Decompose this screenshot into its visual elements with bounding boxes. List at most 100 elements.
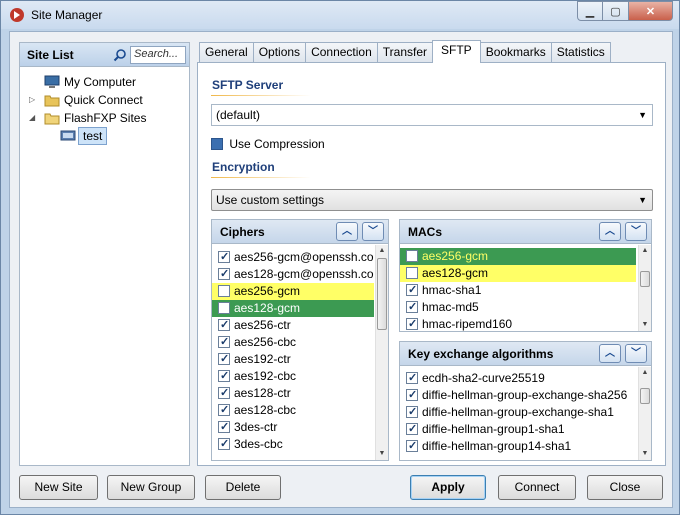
search-icon[interactable] — [113, 48, 127, 62]
scroll-up-icon[interactable]: ▲ — [639, 367, 651, 379]
item-label: hmac-md5 — [422, 300, 479, 314]
tab-sftp[interactable]: SFTP — [432, 40, 481, 63]
tab-transfer[interactable]: Transfer — [376, 42, 434, 63]
tab-connection[interactable]: Connection — [305, 42, 378, 63]
close-window-button[interactable]: ✕ — [629, 1, 673, 21]
list-item[interactable]: diffie-hellman-group-exchange-sha1 — [400, 404, 636, 421]
list-item[interactable]: aes256-gcm@openssh.com — [212, 249, 374, 266]
checkbox[interactable] — [406, 249, 418, 262]
list-item[interactable]: hmac-sha1 — [400, 282, 636, 299]
move-down-button[interactable]: ﹀ — [362, 222, 384, 241]
checkbox[interactable] — [406, 282, 418, 299]
move-up-button[interactable]: ︿ — [336, 222, 358, 241]
checkbox[interactable] — [406, 299, 418, 316]
checkbox[interactable] — [406, 370, 418, 387]
scroll-down-icon[interactable]: ▼ — [639, 319, 651, 331]
scroll-down-icon[interactable]: ▼ — [639, 448, 651, 460]
list-item[interactable]: aes256-gcm — [212, 283, 374, 300]
checkbox[interactable] — [218, 385, 230, 402]
checkbox[interactable] — [218, 266, 230, 283]
site-manager-window: Site Manager ▁ ▢ ✕ Site List Search... M… — [0, 0, 680, 515]
list-item[interactable]: 3des-cbc — [212, 436, 374, 453]
checkbox[interactable] — [218, 368, 230, 385]
list-item[interactable]: aes128-gcm — [400, 265, 636, 282]
site-search-input[interactable]: Search... — [130, 46, 186, 64]
close-button[interactable]: Close — [587, 475, 663, 500]
scroll-thumb[interactable] — [640, 271, 650, 287]
tab-options[interactable]: Options — [252, 42, 307, 63]
checkbox[interactable] — [218, 436, 230, 453]
tree-item-test[interactable]: test — [20, 127, 189, 145]
scroll-down-icon[interactable]: ▼ — [376, 448, 388, 460]
list-item[interactable]: aes256-gcm — [400, 248, 636, 265]
checkbox[interactable] — [406, 438, 418, 455]
tree-item-quick-connect[interactable]: ▷ Quick Connect — [20, 91, 189, 109]
checkbox[interactable] — [406, 421, 418, 438]
tree-item-my-computer[interactable]: My Computer — [20, 73, 189, 91]
chevron-down-icon: ﹀ — [631, 348, 641, 359]
new-site-button[interactable]: New Site — [19, 475, 98, 500]
list-item[interactable]: 3des-ctr — [212, 419, 374, 436]
list-item[interactable]: hmac-md5 — [400, 299, 636, 316]
ciphers-scrollbar[interactable]: ▲ ▼ — [375, 245, 388, 460]
title-bar[interactable]: Site Manager ▁ ▢ ✕ — [1, 1, 679, 29]
checkbox[interactable] — [406, 266, 418, 279]
item-label: aes256-gcm — [422, 249, 489, 263]
collapse-arrow-icon[interactable]: ◢ — [29, 114, 36, 122]
list-item[interactable]: diffie-hellman-group14-sha1 — [400, 438, 636, 455]
kex-scrollbar[interactable]: ▲ ▼ — [638, 367, 651, 460]
tree-item-flashfxp-sites[interactable]: ◢ FlashFXP Sites — [20, 109, 189, 127]
checkbox[interactable] — [218, 402, 230, 419]
checkbox-square[interactable] — [211, 137, 223, 150]
scroll-up-icon[interactable]: ▲ — [639, 245, 651, 257]
list-item[interactable]: diffie-hellman-group1-sha1 — [400, 421, 636, 438]
checkbox[interactable] — [218, 334, 230, 351]
checkbox[interactable] — [218, 317, 230, 334]
macs-scrollbar[interactable]: ▲ ▼ — [638, 245, 651, 331]
encryption-select[interactable]: Use custom settings ▼ — [211, 189, 653, 211]
move-up-button[interactable]: ︿ — [599, 344, 621, 363]
list-item[interactable]: aes192-cbc — [212, 368, 374, 385]
delete-button[interactable]: Delete — [205, 475, 281, 500]
checkbox[interactable] — [218, 419, 230, 436]
minimize-icon: ▁ — [585, 5, 595, 18]
new-group-button[interactable]: New Group — [107, 475, 195, 500]
apply-button[interactable]: Apply — [410, 475, 486, 500]
list-item[interactable]: aes192-ctr — [212, 351, 374, 368]
move-down-button[interactable]: ﹀ — [625, 344, 647, 363]
move-down-button[interactable]: ﹀ — [625, 222, 647, 241]
checkbox[interactable] — [218, 284, 230, 297]
list-item[interactable]: hmac-ripemd160 — [400, 316, 636, 332]
macs-header: MACs ︿ ﹀ — [400, 220, 651, 244]
list-item[interactable]: aes256-ctr — [212, 317, 374, 334]
tab-statistics[interactable]: Statistics — [550, 42, 611, 63]
checkbox[interactable] — [406, 404, 418, 421]
list-item[interactable]: diffie-hellman-group-exchange-sha256 — [400, 387, 636, 404]
site-list-title: Site List — [27, 48, 74, 62]
tab-general[interactable]: General — [199, 42, 254, 63]
minimize-button[interactable]: ▁ — [577, 1, 603, 21]
sftp-server-select[interactable]: (default) ▼ — [211, 104, 653, 126]
maximize-button[interactable]: ▢ — [603, 1, 629, 21]
flashfxp-logo-icon — [10, 8, 24, 22]
list-item[interactable]: aes128-cbc — [212, 402, 374, 419]
scroll-thumb[interactable] — [377, 258, 387, 330]
checkbox[interactable] — [406, 316, 418, 332]
checkbox[interactable] — [218, 351, 230, 368]
scroll-thumb[interactable] — [640, 388, 650, 404]
connect-button[interactable]: Connect — [498, 475, 576, 500]
scroll-up-icon[interactable]: ▲ — [376, 245, 388, 257]
checkbox[interactable] — [218, 301, 230, 314]
checkbox[interactable] — [218, 249, 230, 266]
list-item[interactable]: aes128-gcm — [212, 300, 374, 317]
list-item[interactable]: ecdh-sha2-curve25519 — [400, 370, 636, 387]
tab-bookmarks[interactable]: Bookmarks — [479, 42, 552, 63]
expand-arrow-icon[interactable]: ▷ — [29, 96, 36, 104]
list-item[interactable]: aes256-cbc — [212, 334, 374, 351]
list-item[interactable]: aes128-ctr — [212, 385, 374, 402]
chevron-down-icon: ﹀ — [631, 226, 641, 237]
move-up-button[interactable]: ︿ — [599, 222, 621, 241]
checkbox[interactable] — [406, 387, 418, 404]
list-item[interactable]: aes128-gcm@openssh.com — [212, 266, 374, 283]
use-compression-checkbox[interactable]: Use Compression — [211, 137, 325, 151]
